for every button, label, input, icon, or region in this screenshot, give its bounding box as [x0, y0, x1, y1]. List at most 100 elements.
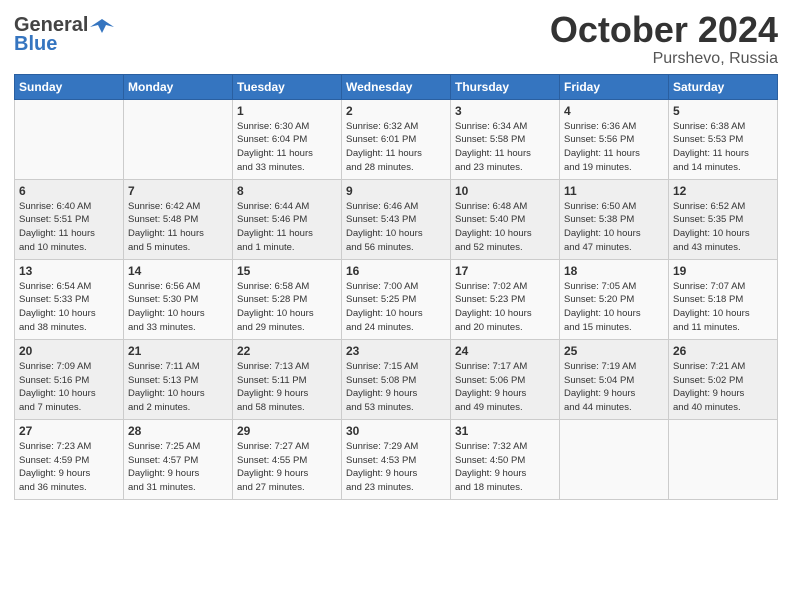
calendar-day-cell: 14Sunrise: 6:56 AMSunset: 5:30 PMDayligh…: [124, 259, 233, 339]
day-of-week-header: Monday: [124, 74, 233, 99]
calendar-day-cell: [15, 99, 124, 179]
calendar-day-cell: 13 Sunrise: 6:54 AMSunset: 5:33 PMDayligh…: [15, 259, 124, 339]
day-info: Sunrise: 7:09 AMSunset: 5:16 PMDaylight:…: [19, 360, 119, 415]
calendar-table: SundayMondayTuesdayWednesdayThursdayFrid…: [14, 74, 778, 500]
day-number: 8: [237, 184, 337, 198]
calendar-day-cell: 22 Sunrise: 7:13 AMSunset: 5:11 PMDayligh…: [233, 339, 342, 419]
calendar-day-cell: 25Sunrise: 7:19 AMSunset: 5:04 PMDayligh…: [560, 339, 669, 419]
day-info: Sunrise: 7:15 AMSunset: 5:08 PMDaylight:…: [346, 360, 446, 415]
day-number: 23: [346, 344, 446, 358]
day-number: 29: [237, 424, 337, 438]
day-of-week-header: Thursday: [451, 74, 560, 99]
day-info: Sunrise: 6:50 AMSunset: 5:38 PMDaylight:…: [564, 200, 664, 255]
header: General Blue October 2024 Purshevo, Russ…: [14, 10, 778, 68]
day-info: Sunrise: 6:30 AMSunset: 6:04 PMDaylight:…: [237, 120, 337, 175]
calendar-week-row: 20 Sunrise: 7:09 AMSunset: 5:16 PMDayligh…: [15, 339, 778, 419]
day-number: 13: [19, 264, 119, 278]
calendar-day-cell: [669, 419, 778, 499]
day-of-week-header: Wednesday: [342, 74, 451, 99]
calendar-day-cell: 6 Sunrise: 6:40 AMSunset: 5:51 PMDaylight…: [15, 179, 124, 259]
day-number: 4: [564, 104, 664, 118]
main-container: General Blue October 2024 Purshevo, Russ…: [0, 0, 792, 508]
day-number: 27: [19, 424, 119, 438]
calendar-day-cell: 26 Sunrise: 7:21 AMSunset: 5:02 PMDayligh…: [669, 339, 778, 419]
calendar-day-cell: 23 Sunrise: 7:15 AMSunset: 5:08 PMDayligh…: [342, 339, 451, 419]
location-title: Purshevo, Russia: [550, 50, 778, 68]
day-info: Sunrise: 6:54 AMSunset: 5:33 PMDaylight:…: [19, 280, 119, 335]
calendar-day-cell: 19 Sunrise: 7:07 AMSunset: 5:18 PMDayligh…: [669, 259, 778, 339]
day-number: 12: [673, 184, 773, 198]
day-number: 1: [237, 104, 337, 118]
day-number: 24: [455, 344, 555, 358]
day-number: 6: [19, 184, 119, 198]
day-info: Sunrise: 7:23 AMSunset: 4:59 PMDaylight:…: [19, 440, 119, 495]
calendar-day-cell: 15 Sunrise: 6:58 AMSunset: 5:28 PMDayligh…: [233, 259, 342, 339]
day-of-week-header: Tuesday: [233, 74, 342, 99]
day-info: Sunrise: 6:48 AMSunset: 5:40 PMDaylight:…: [455, 200, 555, 255]
calendar-day-cell: 27 Sunrise: 7:23 AMSunset: 4:59 PMDayligh…: [15, 419, 124, 499]
day-info: Sunrise: 6:38 AMSunset: 5:53 PMDaylight:…: [673, 120, 773, 175]
day-info: Sunrise: 6:56 AMSunset: 5:30 PMDaylight:…: [128, 280, 228, 335]
day-number: 19: [673, 264, 773, 278]
day-number: 20: [19, 344, 119, 358]
day-number: 18: [564, 264, 664, 278]
day-number: 10: [455, 184, 555, 198]
day-info: Sunrise: 7:21 AMSunset: 5:02 PMDaylight:…: [673, 360, 773, 415]
calendar-day-cell: 20 Sunrise: 7:09 AMSunset: 5:16 PMDayligh…: [15, 339, 124, 419]
title-block: October 2024 Purshevo, Russia: [550, 10, 778, 68]
day-info: Sunrise: 6:58 AMSunset: 5:28 PMDaylight:…: [237, 280, 337, 335]
day-info: Sunrise: 7:02 AMSunset: 5:23 PMDaylight:…: [455, 280, 555, 335]
day-number: 26: [673, 344, 773, 358]
day-info: Sunrise: 7:05 AMSunset: 5:20 PMDaylight:…: [564, 280, 664, 335]
day-info: Sunrise: 6:36 AMSunset: 5:56 PMDaylight:…: [564, 120, 664, 175]
day-number: 16: [346, 264, 446, 278]
day-info: Sunrise: 6:52 AMSunset: 5:35 PMDaylight:…: [673, 200, 773, 255]
day-info: Sunrise: 7:13 AMSunset: 5:11 PMDaylight:…: [237, 360, 337, 415]
day-number: 30: [346, 424, 446, 438]
calendar-week-row: 6 Sunrise: 6:40 AMSunset: 5:51 PMDaylight…: [15, 179, 778, 259]
logo-bird-icon: [90, 17, 114, 35]
day-number: 15: [237, 264, 337, 278]
day-number: 21: [128, 344, 228, 358]
day-info: Sunrise: 7:07 AMSunset: 5:18 PMDaylight:…: [673, 280, 773, 335]
day-info: Sunrise: 7:27 AMSunset: 4:55 PMDaylight:…: [237, 440, 337, 495]
calendar-week-row: 13 Sunrise: 6:54 AMSunset: 5:33 PMDayligh…: [15, 259, 778, 339]
day-info: Sunrise: 7:11 AMSunset: 5:13 PMDaylight:…: [128, 360, 228, 415]
calendar-day-cell: 8Sunrise: 6:44 AMSunset: 5:46 PMDaylight…: [233, 179, 342, 259]
calendar-day-cell: [124, 99, 233, 179]
day-number: 31: [455, 424, 555, 438]
day-number: 2: [346, 104, 446, 118]
calendar-day-cell: 24 Sunrise: 7:17 AMSunset: 5:06 PMDayligh…: [451, 339, 560, 419]
day-of-week-header: Sunday: [15, 74, 124, 99]
day-info: Sunrise: 6:46 AMSunset: 5:43 PMDaylight:…: [346, 200, 446, 255]
day-info: Sunrise: 6:40 AMSunset: 5:51 PMDaylight:…: [19, 200, 119, 255]
day-number: 11: [564, 184, 664, 198]
day-number: 3: [455, 104, 555, 118]
day-info: Sunrise: 7:32 AMSunset: 4:50 PMDaylight:…: [455, 440, 555, 495]
calendar-day-cell: 30 Sunrise: 7:29 AMSunset: 4:53 PMDayligh…: [342, 419, 451, 499]
day-info: Sunrise: 7:19 AMSunset: 5:04 PMDaylight:…: [564, 360, 664, 415]
day-number: 17: [455, 264, 555, 278]
calendar-week-row: 1 Sunrise: 6:30 AMSunset: 6:04 PMDaylight…: [15, 99, 778, 179]
calendar-day-cell: 4 Sunrise: 6:36 AMSunset: 5:56 PMDaylight…: [560, 99, 669, 179]
calendar-day-cell: 10 Sunrise: 6:48 AMSunset: 5:40 PMDayligh…: [451, 179, 560, 259]
day-number: 7: [128, 184, 228, 198]
logo: General Blue: [14, 10, 114, 56]
calendar-day-cell: 29 Sunrise: 7:27 AMSunset: 4:55 PMDayligh…: [233, 419, 342, 499]
calendar-day-cell: 31 Sunrise: 7:32 AMSunset: 4:50 PMDayligh…: [451, 419, 560, 499]
calendar-day-cell: 16Sunrise: 7:00 AMSunset: 5:25 PMDayligh…: [342, 259, 451, 339]
day-info: Sunrise: 7:25 AMSunset: 4:57 PMDaylight:…: [128, 440, 228, 495]
day-number: 28: [128, 424, 228, 438]
day-info: Sunrise: 7:17 AMSunset: 5:06 PMDaylight:…: [455, 360, 555, 415]
calendar-day-cell: 17 Sunrise: 7:02 AMSunset: 5:23 PMDayligh…: [451, 259, 560, 339]
calendar-day-cell: 5Sunrise: 6:38 AMSunset: 5:53 PMDaylight…: [669, 99, 778, 179]
month-title: October 2024: [550, 10, 778, 50]
logo-blue: Blue: [14, 33, 57, 56]
calendar-day-cell: 18 Sunrise: 7:05 AMSunset: 5:20 PMDayligh…: [560, 259, 669, 339]
day-info: Sunrise: 7:29 AMSunset: 4:53 PMDaylight:…: [346, 440, 446, 495]
day-of-week-header: Friday: [560, 74, 669, 99]
day-of-week-header: Saturday: [669, 74, 778, 99]
day-info: Sunrise: 6:42 AMSunset: 5:48 PMDaylight:…: [128, 200, 228, 255]
calendar-day-cell: 2Sunrise: 6:32 AMSunset: 6:01 PMDaylight…: [342, 99, 451, 179]
day-number: 22: [237, 344, 337, 358]
